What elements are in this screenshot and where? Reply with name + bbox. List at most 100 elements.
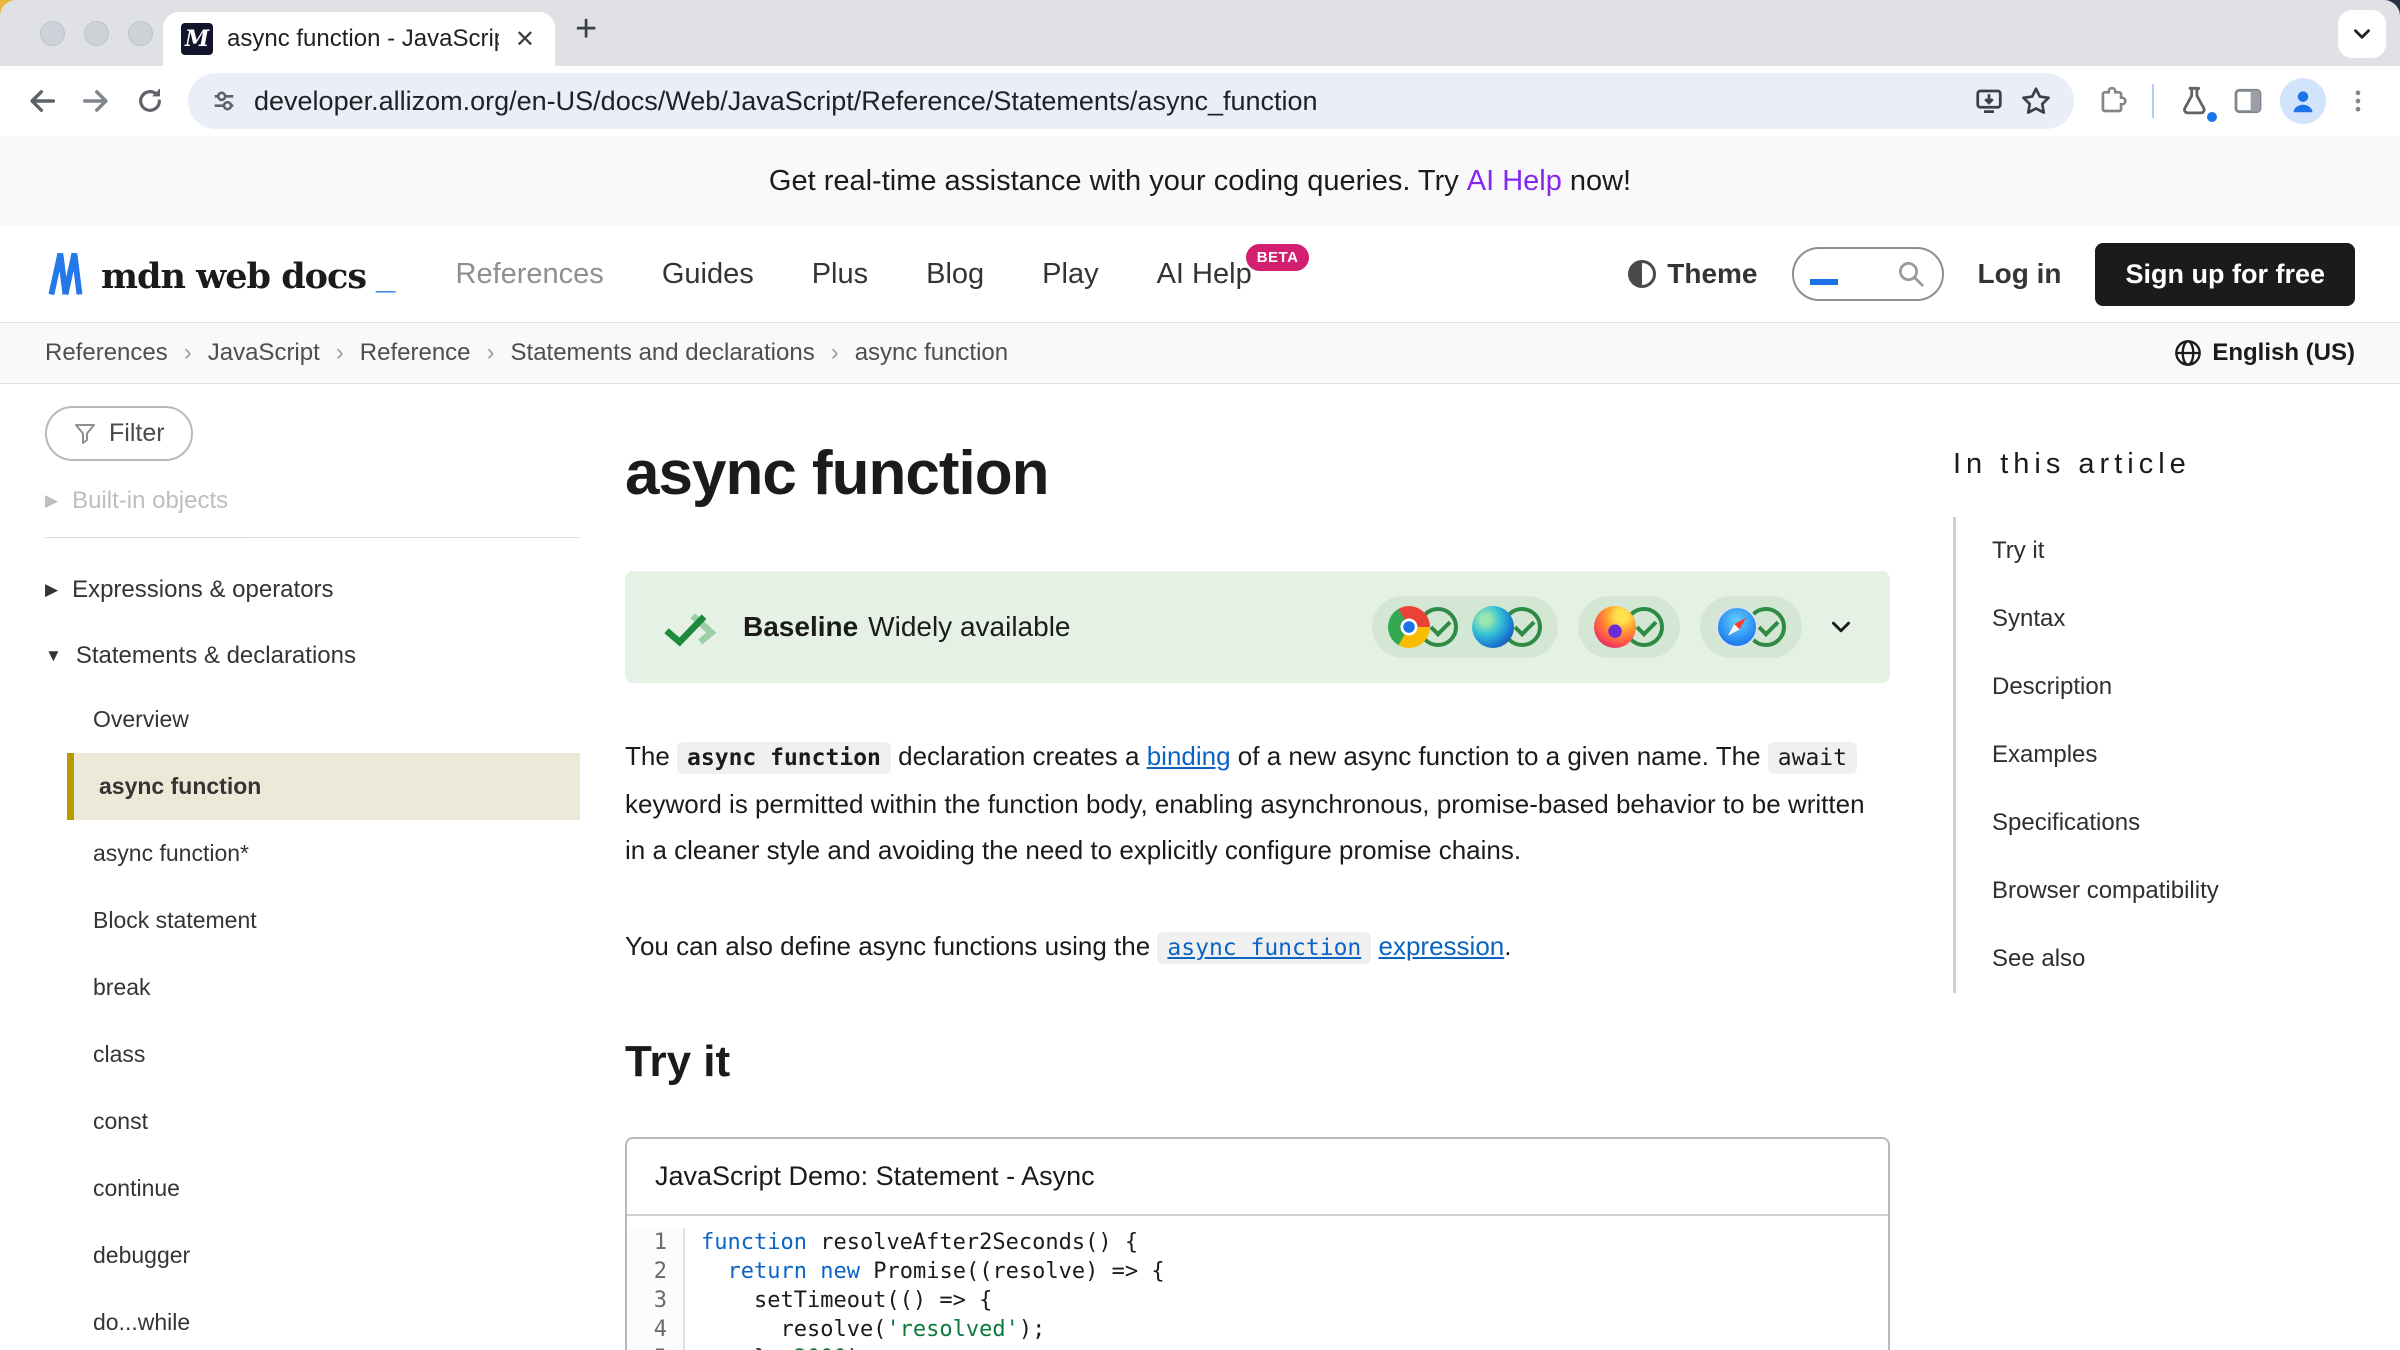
close-tab-icon[interactable]: ✕: [513, 25, 537, 54]
puzzle-icon: [2096, 85, 2128, 117]
codelink-segment[interactable]: async function: [1157, 932, 1371, 964]
sidebar-filter-button[interactable]: Filter: [45, 406, 193, 461]
nav-item-guides[interactable]: Guides: [662, 258, 754, 291]
second-paragraph: You can also define async functions usin…: [625, 923, 1890, 971]
sidebar-item-continue[interactable]: continue: [45, 1155, 580, 1222]
sidebar-section-header-statements-declarations[interactable]: ▼Statements & declarations: [45, 642, 580, 670]
sidebar-item-block-statement[interactable]: Block statement: [45, 887, 580, 954]
browser-menu-button[interactable]: [2336, 79, 2380, 123]
safari-icon: [1716, 606, 1758, 648]
breadcrumb-item-statements-and-declarations[interactable]: Statements and declarations: [511, 339, 815, 367]
toc: In this article Try itSyntaxDescriptionE…: [1935, 384, 2355, 993]
language-switcher[interactable]: English (US): [2174, 339, 2355, 367]
new-tab-button[interactable]: +: [575, 8, 597, 51]
url-text[interactable]: developer.allizom.org/en-US/docs/Web/Jav…: [254, 86, 1958, 117]
nav-item-plus[interactable]: Plus: [812, 258, 868, 291]
sidebar-item-do-while[interactable]: do...while: [45, 1289, 580, 1350]
sidebar-item-break[interactable]: break: [45, 954, 580, 1021]
sidebar-item-async-function[interactable]: async function*: [45, 820, 580, 887]
toc-item-specifications[interactable]: Specifications: [1956, 789, 2355, 857]
code-editor[interactable]: 1function resolveAfter2Seconds() {2 retu…: [627, 1216, 1888, 1350]
link-segment[interactable]: expression: [1379, 931, 1505, 961]
search-input[interactable]: [1792, 247, 1944, 301]
code-token: [701, 1259, 728, 1284]
text-segment: keyword is permitted within the function…: [625, 789, 1865, 865]
signup-button[interactable]: Sign up for free: [2095, 243, 2355, 306]
toc-item-description[interactable]: Description: [1956, 653, 2355, 721]
banner-ai-help-link[interactable]: AI Help: [1467, 165, 1562, 198]
reload-button[interactable]: [128, 79, 172, 123]
sidebar-item-async-function[interactable]: async function: [67, 753, 580, 820]
nav-item-ai-help[interactable]: AI HelpBETA: [1157, 258, 1310, 291]
banner-text: Get real-time assistance with your codin…: [769, 165, 1459, 198]
toc-item-see-also[interactable]: See also: [1956, 925, 2355, 993]
tab-search-button[interactable]: [2338, 10, 2386, 58]
breadcrumb-item-references[interactable]: References: [45, 339, 168, 367]
code-line-1: 1function resolveAfter2Seconds() {: [627, 1228, 1888, 1257]
toc-item-browser-compatibility[interactable]: Browser compatibility: [1956, 857, 2355, 925]
forward-button[interactable]: [74, 79, 118, 123]
bookmark-star-icon[interactable]: [2020, 85, 2052, 117]
login-link[interactable]: Log in: [1978, 258, 2062, 290]
mdn-m-icon: [45, 251, 91, 297]
site-settings-icon[interactable]: [210, 87, 238, 115]
reload-icon: [134, 85, 166, 117]
profile-avatar[interactable]: [2280, 78, 2326, 124]
sidebar-section-header-built-in-objects[interactable]: ▶Built-in objects: [45, 487, 580, 515]
breadcrumb-separator-icon: ›: [831, 339, 839, 367]
sidebar-item-overview[interactable]: Overview: [45, 686, 580, 753]
sidebar-item-const[interactable]: const: [45, 1088, 580, 1155]
address-bar[interactable]: developer.allizom.org/en-US/docs/Web/Jav…: [188, 73, 2074, 129]
toc-item-try-it[interactable]: Try it: [1956, 517, 2355, 585]
code-token: setTimeout(() => {: [701, 1288, 992, 1313]
nav-item-play[interactable]: Play: [1042, 258, 1098, 291]
mdn-logo-underscore: _: [376, 257, 395, 297]
toc-item-examples[interactable]: Examples: [1956, 721, 2355, 789]
theme-button[interactable]: Theme: [1627, 258, 1757, 290]
code-token: 2000: [794, 1346, 847, 1350]
toc-item-syntax[interactable]: Syntax: [1956, 585, 2355, 653]
text-segment: You can also define async functions usin…: [625, 931, 1157, 961]
theme-label: Theme: [1667, 258, 1757, 290]
search-icon: [1896, 259, 1926, 289]
baseline-widget[interactable]: BaselineWidely available: [625, 571, 1890, 683]
side-panel-icon: [2232, 85, 2264, 117]
extensions-button[interactable]: [2090, 79, 2134, 123]
breadcrumb-item-reference[interactable]: Reference: [360, 339, 471, 367]
install-app-icon[interactable]: [1974, 86, 2004, 116]
interactive-demo: JavaScript Demo: Statement - Async 1func…: [625, 1137, 1890, 1350]
sidebar-item-debugger[interactable]: debugger: [45, 1222, 580, 1289]
browser-tab[interactable]: M async function - JavaScript | ✕: [163, 12, 555, 66]
baseline-badge: Baseline: [743, 611, 858, 642]
code-token: resolveAfter2Seconds() {: [807, 1230, 1138, 1255]
breadcrumb-item-async-function[interactable]: async function: [855, 339, 1008, 367]
side-panel-button[interactable]: [2226, 79, 2270, 123]
tab-title: async function - JavaScript |: [227, 25, 499, 53]
close-window-button[interactable]: [40, 21, 65, 46]
minimize-window-button[interactable]: [84, 21, 109, 46]
code-line-3: 3 setTimeout(() => {: [627, 1286, 1888, 1315]
breadcrumb-bar: References›JavaScript›Reference›Statemen…: [0, 322, 2400, 384]
window-controls: [40, 21, 153, 46]
toc-heading: In this article: [1953, 448, 2355, 481]
experiments-button[interactable]: [2172, 79, 2216, 123]
chrome-icon: [1388, 606, 1430, 648]
code-token: Promise((resolve) => {: [860, 1259, 1165, 1284]
nav-item-label: Play: [1042, 258, 1098, 291]
back-button[interactable]: [20, 79, 64, 123]
nav-item-label: AI Help: [1157, 258, 1252, 291]
page-layout: Filter ▶Built-in objects ▶Expressions & o…: [0, 384, 2400, 1350]
theme-icon: [1627, 259, 1657, 289]
line-number: 2: [627, 1257, 685, 1286]
breadcrumb-item-javascript[interactable]: JavaScript: [208, 339, 320, 367]
sidebar-section-header-expressions-operators[interactable]: ▶Expressions & operators: [45, 576, 580, 604]
zoom-window-button[interactable]: [128, 21, 153, 46]
baseline-chevron-down-icon[interactable]: [1826, 612, 1856, 642]
toc-list: Try itSyntaxDescriptionExamplesSpecifica…: [1953, 517, 2355, 993]
sidebar-item-class[interactable]: class: [45, 1021, 580, 1088]
link-segment[interactable]: binding: [1147, 741, 1231, 771]
nav-item-blog[interactable]: Blog: [926, 258, 984, 291]
site-header: mdn web docs _ References Guides Plus Blog P…: [0, 226, 2400, 322]
mdn-logo[interactable]: mdn web docs _: [45, 251, 396, 297]
nav-item-references[interactable]: References: [456, 258, 604, 291]
